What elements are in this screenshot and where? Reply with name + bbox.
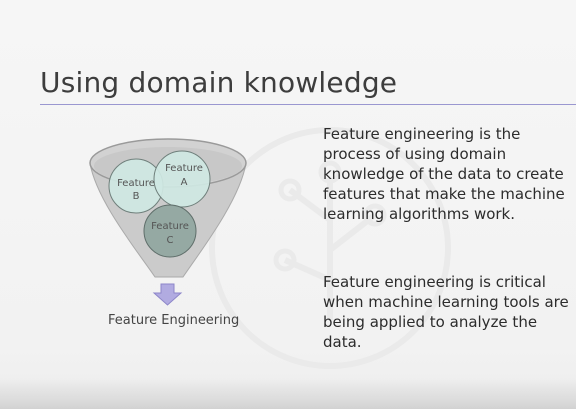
feature-c-letter: C [167,235,174,246]
paragraph-definition: Feature engineering is the process of us… [323,125,565,223]
feature-a-label: Feature [165,163,203,174]
feature-c-label: Feature [151,221,189,232]
paragraph-importance: Feature engineering is critical when mac… [323,273,569,351]
feature-a-letter: A [181,177,188,188]
down-arrow-icon [152,283,183,306]
feature-b-letter: B [133,191,140,202]
bottom-shade [0,378,576,409]
diagram-caption: Feature Engineering [108,313,240,328]
feature-b-label: Feature [117,178,155,189]
slide: Using domain knowledge Feature B Feature… [0,0,576,409]
